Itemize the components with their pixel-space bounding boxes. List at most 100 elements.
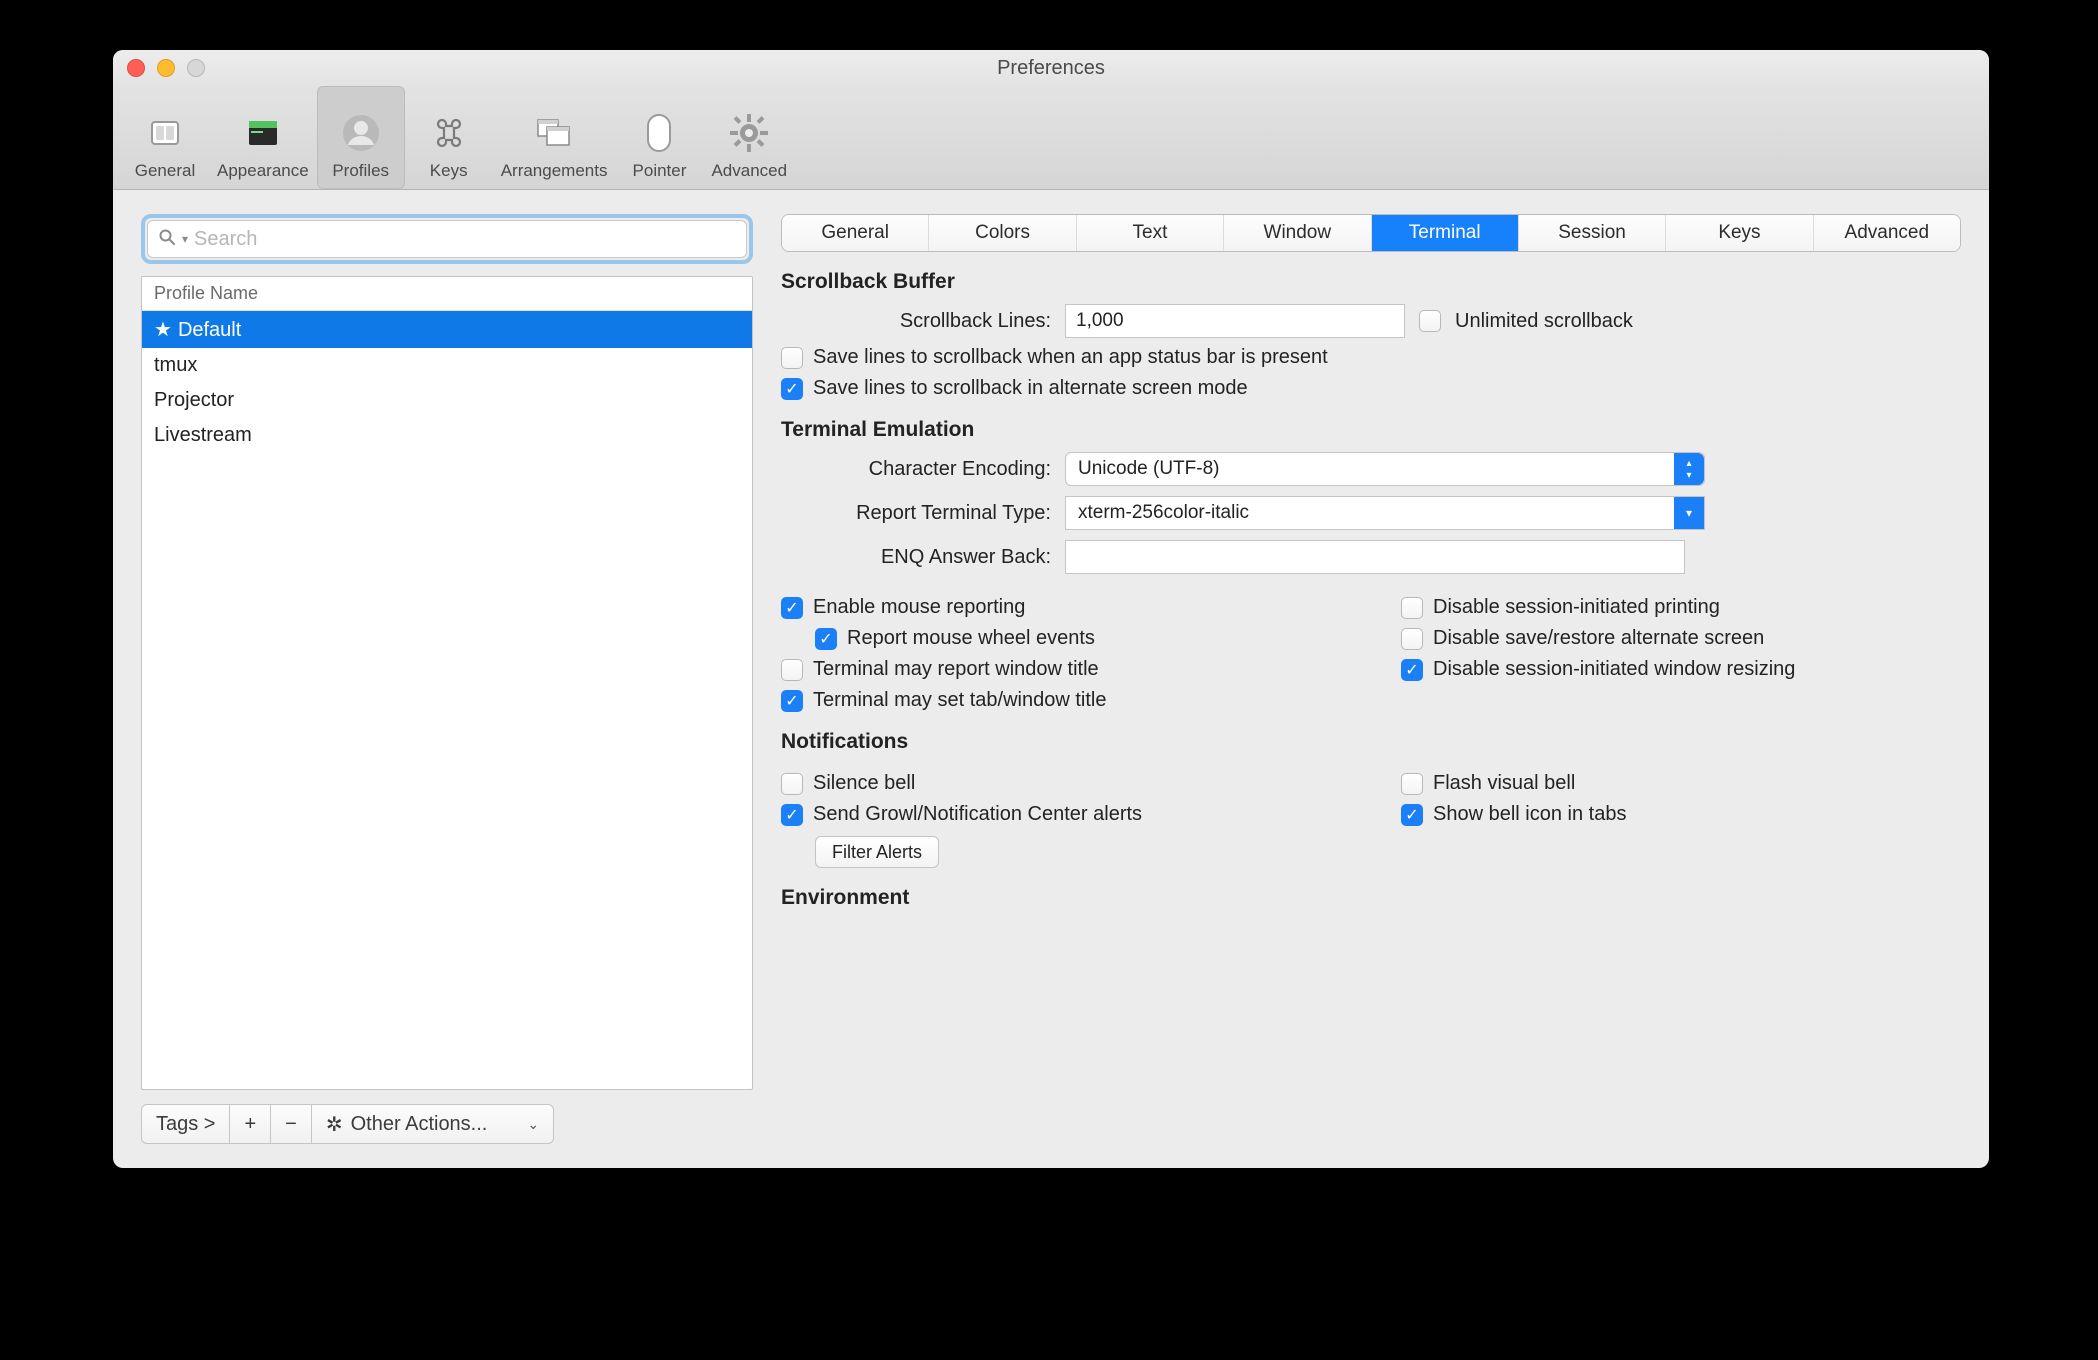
section-environment: Environment [781, 886, 1961, 920]
profile-name: tmux [154, 354, 197, 376]
mouse-icon [635, 109, 683, 157]
toolbar-item-profiles[interactable]: Profiles [317, 86, 405, 189]
toolbar-label: Keys [430, 161, 468, 181]
checkbox-label: Disable session-initiated printing [1433, 596, 1720, 619]
save-statusbar-checkbox[interactable] [781, 347, 803, 369]
checkbox-label: Silence bell [813, 772, 915, 795]
chevron-down-icon: ▾ [1674, 497, 1704, 529]
section-title: Scrollback Buffer [781, 270, 1961, 294]
profile-tabs: General Colors Text Window Terminal Sess… [781, 214, 1961, 252]
scrollback-lines-label: Scrollback Lines: [781, 310, 1051, 333]
other-actions-button[interactable]: ✲ Other Actions... ⌄ [311, 1104, 554, 1144]
add-profile-button[interactable]: + [229, 1104, 271, 1144]
tab-session[interactable]: Session [1519, 215, 1666, 251]
toolbar-item-general[interactable]: General [121, 86, 209, 189]
tab-terminal[interactable]: Terminal [1372, 215, 1519, 251]
silence-bell-checkbox[interactable] [781, 773, 803, 795]
gear-icon [725, 109, 773, 157]
flash-visual-bell-checkbox[interactable] [1401, 773, 1423, 795]
growl-alerts-checkbox[interactable]: ✓ [781, 804, 803, 826]
toolbar-item-arrangements[interactable]: Arrangements [493, 86, 616, 189]
checkbox-label: Save lines to scrollback in alternate sc… [813, 377, 1248, 400]
section-title: Environment [781, 886, 1961, 910]
toolbar-label: Pointer [633, 161, 687, 181]
profile-list-header: Profile Name [142, 277, 752, 311]
tags-button[interactable]: Tags > [141, 1104, 230, 1144]
sidebar-footer: Tags > + − ✲ Other Actions... ⌄ [141, 1104, 753, 1144]
disable-printing-checkbox[interactable] [1401, 597, 1423, 619]
profile-rows: ★Default tmux Projector Livestream [142, 311, 752, 1089]
unlimited-checkbox[interactable] [1419, 310, 1441, 332]
search-focus-ring: ▾ [141, 214, 753, 264]
checkbox-label: Enable mouse reporting [813, 596, 1025, 619]
search-icon [158, 228, 176, 251]
plus-icon: + [244, 1113, 256, 1136]
bell-icon-tabs-checkbox[interactable]: ✓ [1401, 804, 1423, 826]
section-title: Terminal Emulation [781, 418, 1961, 442]
notifications-right-col: Flash visual bell ✓Show bell icon in tab… [1401, 764, 1961, 868]
traffic-lights [127, 59, 205, 77]
encoding-select[interactable]: Unicode (UTF-8) ▴▾ [1065, 452, 1705, 486]
switch-icon [141, 109, 189, 157]
section-scrollback: Scrollback Buffer Scrollback Lines: Unli… [781, 270, 1961, 400]
search-field[interactable]: ▾ [147, 220, 747, 258]
checkbox-label: Send Growl/Notification Center alerts [813, 803, 1142, 826]
enq-input[interactable] [1065, 540, 1685, 574]
tab-text[interactable]: Text [1077, 215, 1224, 251]
arrangements-icon [530, 109, 578, 157]
gear-icon: ✲ [326, 1112, 343, 1137]
disable-resize-checkbox[interactable]: ✓ [1401, 659, 1423, 681]
toolbar-item-appearance[interactable]: Appearance [209, 86, 317, 189]
chevron-down-icon: ▾ [182, 232, 188, 246]
profile-name: Default [178, 319, 241, 341]
disable-altscreen-checkbox[interactable] [1401, 628, 1423, 650]
toolbar-label: Profiles [332, 161, 389, 181]
checkbox-label: Terminal may set tab/window title [813, 689, 1106, 712]
zoom-button[interactable] [187, 59, 205, 77]
profile-row[interactable]: tmux [142, 348, 752, 383]
profiles-sidebar: ▾ Profile Name ★Default tmux Projector L… [141, 214, 753, 1144]
toolbar-item-pointer[interactable]: Pointer [615, 86, 703, 189]
toolbar: General Appearance Profiles Keys Arrange… [113, 86, 1989, 190]
remove-profile-button[interactable]: − [270, 1104, 312, 1144]
tab-keys[interactable]: Keys [1666, 215, 1813, 251]
profile-row[interactable]: Livestream [142, 418, 752, 453]
tab-general[interactable]: General [782, 215, 929, 251]
tab-window[interactable]: Window [1224, 215, 1371, 251]
emulation-right-col: Disable session-initiated printing Disab… [1401, 588, 1961, 712]
profiles-icon [337, 109, 385, 157]
set-tab-title-checkbox[interactable]: ✓ [781, 690, 803, 712]
minimize-button[interactable] [157, 59, 175, 77]
filter-alerts-button[interactable]: Filter Alerts [815, 836, 939, 868]
toolbar-label: Advanced [711, 161, 787, 181]
tab-advanced[interactable]: Advanced [1814, 215, 1960, 251]
report-window-title-checkbox[interactable] [781, 659, 803, 681]
save-alt-checkbox[interactable]: ✓ [781, 378, 803, 400]
toolbar-label: General [135, 161, 195, 181]
toolbar-item-advanced[interactable]: Advanced [703, 86, 795, 189]
checkbox-label: Report mouse wheel events [847, 627, 1095, 650]
mouse-reporting-checkbox[interactable]: ✓ [781, 597, 803, 619]
report-type-combo[interactable]: xterm-256color-italic ▾ [1065, 496, 1705, 530]
combo-value: xterm-256color-italic [1078, 502, 1249, 524]
enq-label: ENQ Answer Back: [781, 546, 1051, 569]
mouse-wheel-checkbox[interactable]: ✓ [815, 628, 837, 650]
profile-name: Projector [154, 389, 234, 411]
toolbar-label: Appearance [217, 161, 309, 181]
profile-row[interactable]: ★Default [142, 311, 752, 348]
window-title: Preferences [997, 57, 1105, 80]
close-button[interactable] [127, 59, 145, 77]
section-emulation: Terminal Emulation Character Encoding: U… [781, 418, 1961, 712]
section-notifications: Notifications Silence bell ✓Send Growl/N… [781, 730, 1961, 868]
tab-colors[interactable]: Colors [929, 215, 1076, 251]
search-input[interactable] [194, 228, 736, 251]
emulation-left-col: ✓ Enable mouse reporting ✓ Report mouse wh… [781, 588, 1341, 712]
profile-row[interactable]: Projector [142, 383, 752, 418]
toolbar-item-keys[interactable]: Keys [405, 86, 493, 189]
encoding-label: Character Encoding: [781, 458, 1051, 481]
unlimited-label: Unlimited scrollback [1455, 310, 1633, 333]
checkbox-label: Flash visual bell [1433, 772, 1575, 795]
scrollback-lines-input[interactable] [1065, 304, 1405, 338]
profile-name: Livestream [154, 424, 252, 446]
toolbar-label: Arrangements [501, 161, 608, 181]
